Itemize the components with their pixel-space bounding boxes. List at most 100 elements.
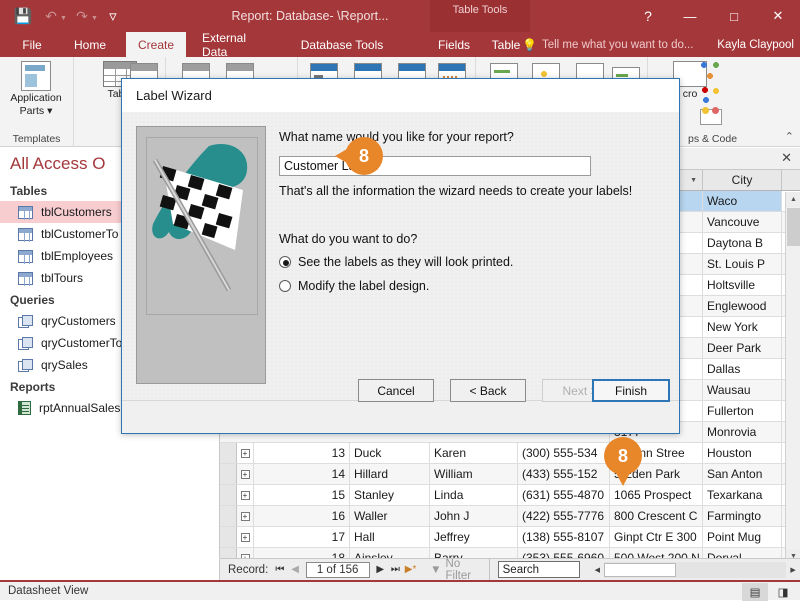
cell-first[interactable]: Karen (430, 443, 518, 463)
close-button[interactable]: ✕ (756, 0, 800, 32)
class-module-icon[interactable] (700, 107, 726, 129)
radio-button-icon[interactable] (279, 280, 291, 292)
cell-city[interactable]: Holtsville (703, 275, 782, 295)
cancel-button[interactable]: Cancel (358, 379, 434, 402)
datasheet-view-button[interactable]: ▤ (742, 583, 768, 601)
visual-basic-icon[interactable] (700, 61, 726, 83)
tab-fields[interactable]: Fields (430, 32, 478, 57)
tab-create[interactable]: Create (126, 32, 186, 57)
customize-qat-icon[interactable]: ▿ (100, 4, 126, 28)
first-record-button[interactable]: ⏮ (272, 564, 287, 575)
row-expander[interactable]: + (237, 527, 254, 547)
cell-city[interactable]: San Anton (703, 464, 782, 484)
plus-icon[interactable]: + (240, 490, 250, 500)
back-button[interactable]: < Back (450, 379, 526, 402)
cell-city[interactable]: Point Mug (703, 527, 782, 547)
row-selector[interactable] (220, 464, 237, 484)
radio-modify-design[interactable]: Modify the label design. (279, 279, 429, 293)
redo-chevron-down-icon[interactable]: ▼ (91, 15, 98, 22)
row-expander[interactable]: + (237, 485, 254, 505)
record-position-input[interactable]: 1 of 156 (305, 561, 370, 578)
tab-file[interactable]: File (10, 32, 54, 57)
table-row[interactable]: +15 Stanley Linda (631) 555-4870 1065 Prospe… (220, 485, 800, 506)
collapse-ribbon-icon[interactable]: ⌃ (785, 130, 794, 143)
cell-city[interactable]: St. Louis P (703, 254, 782, 274)
row-expander[interactable]: + (237, 464, 254, 484)
table-row[interactable]: +17 Hall Jeffrey (138) 555-8107 Ginpt Ctr E … (220, 527, 800, 548)
save-icon[interactable]: 💾 (10, 4, 36, 28)
cell-id[interactable]: 17 (254, 527, 350, 547)
cell-id[interactable]: 16 (254, 506, 350, 526)
cell-first[interactable]: Linda (430, 485, 518, 505)
application-parts-button[interactable]: Application Parts ▾ (2, 61, 70, 117)
close-icon[interactable]: ✕ (781, 150, 792, 166)
row-selector[interactable] (220, 485, 237, 505)
cell-phone[interactable]: (300) 555-534 (518, 443, 610, 463)
report-name-input[interactable]: Customer Labels (279, 156, 591, 176)
previous-record-button[interactable]: ◀ (287, 564, 302, 575)
module-icon[interactable] (700, 85, 726, 107)
cell-last[interactable]: Hall (350, 527, 430, 547)
plus-icon[interactable]: + (240, 532, 250, 542)
cell-city[interactable]: Waco (703, 191, 782, 211)
row-expander[interactable]: + (237, 443, 254, 463)
cell-phone[interactable]: (422) 555-7776 (518, 506, 610, 526)
row-selector[interactable] (220, 506, 237, 526)
finish-button[interactable]: Finish (592, 379, 670, 402)
cell-phone[interactable]: (138) 555-8107 (518, 527, 610, 547)
tab-external-data[interactable]: External Data (192, 31, 284, 59)
cell-first[interactable]: John J (430, 506, 518, 526)
cell-city[interactable]: Houston (703, 443, 782, 463)
new-record-button[interactable]: ▶* (403, 564, 418, 575)
tab-database-tools[interactable]: Database Tools (288, 32, 396, 57)
chevron-down-icon[interactable]: ▼ (690, 177, 697, 184)
column-header-city[interactable]: City (703, 170, 782, 190)
hscrollbar-thumb[interactable] (604, 562, 677, 577)
cell-phone[interactable]: (631) 555-4870 (518, 485, 610, 505)
cell-city[interactable]: Wausau (703, 380, 782, 400)
scroll-right-button[interactable]: ▶ (786, 561, 800, 578)
cell-id[interactable]: 14 (254, 464, 350, 484)
user-account-label[interactable]: Kayla Claypool (717, 32, 794, 57)
cell-address[interactable]: 800 Crescent C (610, 506, 703, 526)
table-row[interactable]: +14 Hillard William (433) 555-152 5 Eden Par… (220, 464, 800, 485)
cell-city[interactable]: Daytona B (703, 233, 782, 253)
cell-id[interactable]: 15 (254, 485, 350, 505)
cell-city[interactable]: Monrovia (703, 422, 782, 442)
undo-chevron-down-icon[interactable]: ▼ (60, 15, 67, 22)
cell-address[interactable]: 1065 Prospect (610, 485, 703, 505)
next-record-button[interactable]: ▶ (373, 564, 388, 575)
cell-first[interactable]: William (430, 464, 518, 484)
cell-first[interactable]: Jeffrey (430, 527, 518, 547)
maximize-button[interactable]: □ (712, 0, 756, 32)
cell-city[interactable]: Vancouve (703, 212, 782, 232)
radio-see-labels[interactable]: See the labels as they will look printed… (279, 255, 513, 269)
table-row[interactable]: +13 Duck Karen (300) 555-534 0 Dunn Stree Hou… (220, 443, 800, 464)
tell-me-search[interactable]: 💡 Tell me what you want to do... (522, 32, 693, 57)
cell-last[interactable]: Duck (350, 443, 430, 463)
cell-id[interactable]: 13 (254, 443, 350, 463)
cell-address[interactable]: Ginpt Ctr E 300 (610, 527, 703, 547)
scroll-up-button[interactable]: ▲ (786, 192, 800, 207)
plus-icon[interactable]: + (240, 469, 250, 479)
cell-city[interactable]: Dallas (703, 359, 782, 379)
design-view-button[interactable]: ◨ (770, 583, 796, 601)
minimize-button[interactable]: — (668, 0, 712, 32)
scrollbar-thumb[interactable] (787, 208, 800, 246)
tab-home[interactable]: Home (62, 32, 118, 57)
row-selector[interactable] (220, 527, 237, 547)
cell-phone[interactable]: (433) 555-152 (518, 464, 610, 484)
cell-city[interactable]: New York (703, 317, 782, 337)
cell-city[interactable]: Farmingto (703, 506, 782, 526)
search-input[interactable]: Search (497, 561, 581, 578)
plus-icon[interactable]: + (240, 511, 250, 521)
table-row[interactable]: +16 Waller John J (422) 555-7776 800 Crescen… (220, 506, 800, 527)
row-expander[interactable]: + (237, 506, 254, 526)
vertical-scrollbar[interactable]: ▲ ▼ (785, 192, 800, 564)
cell-city[interactable]: Deer Park (703, 338, 782, 358)
last-record-button[interactable]: ⏭ (388, 564, 403, 575)
cell-last[interactable]: Hillard (350, 464, 430, 484)
filter-status[interactable]: ▼ No Filter (430, 557, 490, 582)
radio-button-icon[interactable] (279, 256, 291, 268)
cell-last[interactable]: Stanley (350, 485, 430, 505)
